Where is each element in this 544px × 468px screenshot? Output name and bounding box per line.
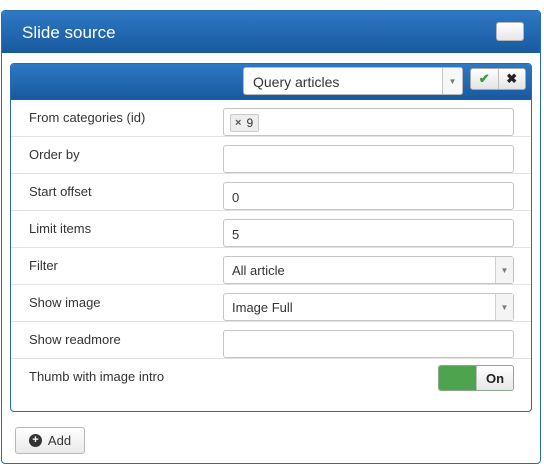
category-tag-value: 9 — [246, 116, 254, 130]
source-type-value: Query articles — [253, 74, 340, 90]
row-thumb-intro: Thumb with image intro On — [11, 359, 531, 396]
order-by-label: Order by — [29, 147, 80, 162]
start-offset-value: 0 — [232, 190, 240, 205]
toggle-knob[interactable]: On — [475, 366, 513, 390]
query-articles-box: Query articles ▼ ✔ ✖ From categories (id… — [10, 63, 532, 412]
limit-items-value: 5 — [232, 227, 240, 242]
limit-items-label: Limit items — [29, 221, 92, 236]
row-limit-items: Limit items 5 — [11, 211, 531, 248]
source-toolbar: Query articles ▼ ✔ ✖ — [11, 64, 531, 100]
row-filter: Filter All article ▼ — [11, 248, 531, 285]
panel-header-button[interactable] — [496, 22, 524, 41]
filter-label: Filter — [29, 258, 58, 273]
show-readmore-field[interactable] — [223, 330, 514, 358]
row-start-offset: Start offset 0 — [11, 174, 531, 211]
show-image-label: Show image — [29, 295, 101, 310]
close-icon[interactable]: ✖ — [499, 69, 526, 89]
chevron-down-icon: ▼ — [495, 257, 513, 283]
category-tag: × 9 — [230, 114, 260, 132]
row-show-readmore: Show readmore — [11, 322, 531, 359]
thumb-intro-label: Thumb with image intro — [29, 369, 165, 384]
panel-header: Slide source — [2, 11, 540, 53]
filter-value: All article — [232, 263, 285, 278]
check-icon[interactable]: ✔ — [471, 69, 499, 89]
start-offset-field[interactable]: 0 — [223, 182, 514, 210]
from-categories-field[interactable]: × 9 — [223, 108, 514, 136]
filter-select[interactable]: All article ▼ — [223, 256, 514, 284]
row-show-image: Show image Image Full ▼ — [11, 285, 531, 322]
row-order-by: Order by — [11, 137, 531, 174]
show-image-value: Image Full — [232, 300, 293, 315]
panel-title: Slide source — [22, 23, 116, 42]
thumb-intro-toggle[interactable]: On — [438, 365, 514, 391]
from-categories-label: From categories (id) — [29, 110, 146, 125]
order-by-field[interactable] — [223, 145, 514, 173]
toggle-track — [439, 366, 476, 390]
limit-items-field[interactable]: 5 — [223, 219, 514, 247]
show-readmore-label: Show readmore — [29, 332, 121, 347]
source-type-select[interactable]: Query articles ▼ — [243, 67, 463, 95]
add-button[interactable]: + Add — [15, 427, 85, 454]
source-action-group: ✔ ✖ — [470, 68, 526, 90]
remove-tag-icon[interactable]: × — [235, 115, 241, 131]
slide-source-panel: Slide source Query articles ▼ ✔ ✖ From c… — [1, 10, 541, 464]
chevron-down-icon: ▼ — [495, 294, 513, 320]
plus-circle-icon: + — [28, 434, 42, 447]
chevron-down-icon: ▼ — [442, 68, 462, 94]
row-from-categories: From categories (id) × 9 — [11, 100, 531, 137]
add-button-label: Add — [47, 433, 72, 448]
start-offset-label: Start offset — [29, 184, 92, 199]
show-image-select[interactable]: Image Full ▼ — [223, 293, 514, 321]
